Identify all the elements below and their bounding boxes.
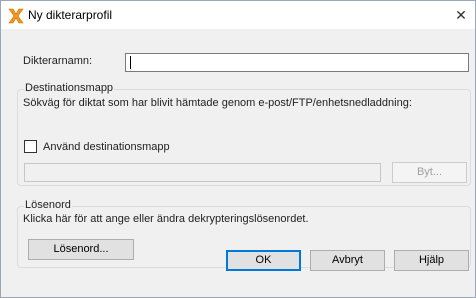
name-input[interactable] [125, 53, 469, 72]
text-caret [130, 56, 131, 69]
browse-button[interactable]: Byt... [392, 162, 467, 183]
app-x-logo-icon [8, 8, 24, 24]
use-destination-label[interactable]: Använd destinationsmapp [43, 141, 170, 153]
password-description: Klicka här för att ange eller ändra dekr… [23, 213, 309, 225]
dialog-window: Ny dikterarprofil ✕ Dikterarnamn: Destin… [0, 0, 476, 298]
dialog-content: Dikterarnamn: Destinationsmapp Sökväg fö… [1, 29, 475, 297]
password-button[interactable]: Lösenord... [28, 239, 134, 260]
password-group-title: Lösenord [24, 199, 72, 211]
destination-path-field[interactable] [24, 163, 381, 182]
destination-description: Sökväg för diktat som har blivit hämtade… [23, 97, 412, 109]
cancel-button[interactable]: Avbryt [310, 250, 385, 271]
destination-group: Destinationsmapp Sökväg för diktat som h… [17, 82, 471, 186]
close-icon: ✕ [455, 7, 467, 23]
title-bar: Ny dikterarprofil ✕ [1, 1, 475, 29]
name-label: Dikterarnamn: [23, 55, 93, 67]
destination-group-title: Destinationsmapp [24, 82, 115, 94]
window-title: Ny dikterarprofil [28, 8, 113, 22]
ok-button[interactable]: OK [226, 250, 301, 271]
help-button[interactable]: Hjälp [394, 250, 469, 271]
close-button[interactable]: ✕ [447, 2, 475, 28]
use-destination-checkbox[interactable] [24, 140, 37, 153]
